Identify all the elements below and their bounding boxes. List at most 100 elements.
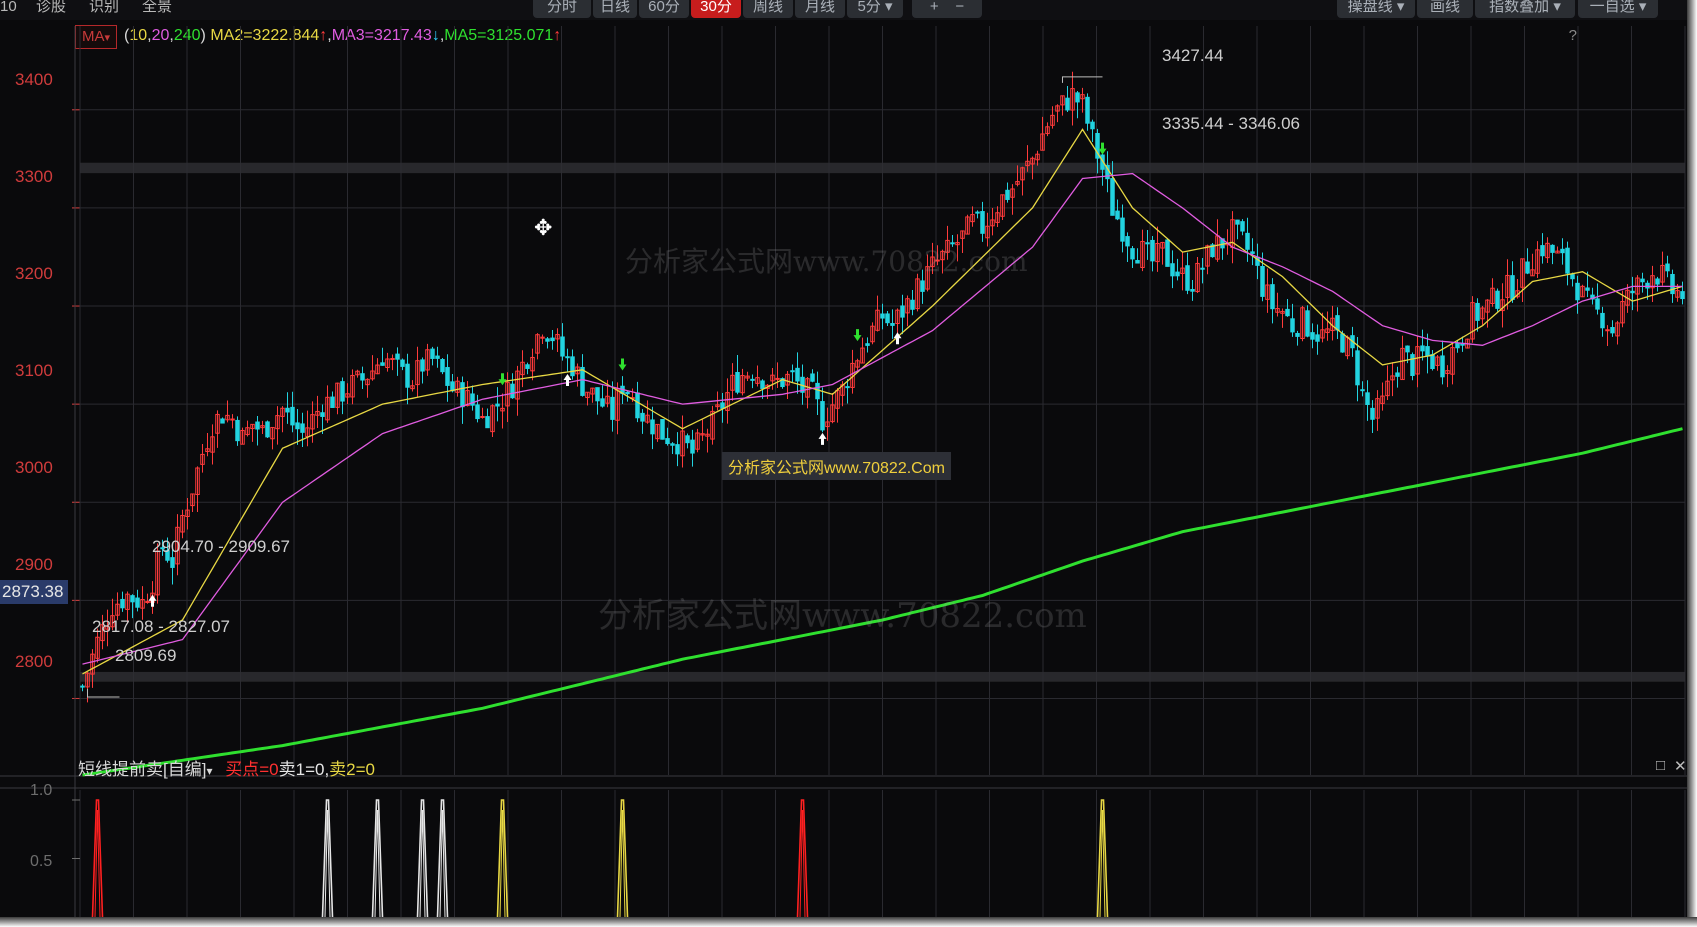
candle-body bbox=[1430, 354, 1435, 370]
candle bbox=[1680, 281, 1685, 305]
candle bbox=[965, 214, 970, 235]
candle bbox=[595, 387, 600, 415]
candle bbox=[990, 208, 995, 236]
candle bbox=[1310, 323, 1315, 349]
candle bbox=[520, 350, 525, 388]
candle-body bbox=[265, 421, 270, 438]
candle bbox=[1180, 251, 1185, 291]
candle bbox=[1045, 122, 1050, 137]
sub-indicator-header: 短线提前卖[自编]▾ 买点=0卖1=0,卖2=0 bbox=[78, 755, 375, 780]
candle bbox=[1365, 380, 1370, 421]
candle bbox=[310, 401, 315, 443]
candle-body bbox=[1145, 242, 1150, 245]
candle-body bbox=[1575, 282, 1580, 301]
candle bbox=[1540, 233, 1545, 264]
candle-body bbox=[320, 412, 325, 417]
candle bbox=[1510, 261, 1515, 303]
candle-body bbox=[1315, 334, 1320, 342]
signal-spike-sell2 bbox=[496, 799, 509, 918]
candle bbox=[215, 410, 220, 448]
y-tick-3100: 3100 bbox=[15, 361, 53, 380]
candle bbox=[285, 392, 290, 424]
candle bbox=[135, 589, 140, 612]
candle-body bbox=[550, 337, 555, 342]
candle bbox=[505, 372, 510, 423]
candle-body bbox=[1630, 290, 1635, 294]
candle-body bbox=[420, 359, 425, 372]
candle bbox=[1650, 265, 1655, 303]
candle-body bbox=[440, 359, 445, 373]
candle bbox=[550, 329, 555, 350]
candle bbox=[180, 509, 185, 539]
candle-body bbox=[1065, 97, 1070, 111]
candle bbox=[585, 391, 590, 406]
candle bbox=[350, 369, 355, 405]
low-leader-line bbox=[87, 688, 120, 698]
maximize-icon[interactable]: □ bbox=[1656, 757, 1665, 774]
candle-body bbox=[430, 348, 435, 359]
candle bbox=[1005, 182, 1010, 203]
candle-body bbox=[1165, 239, 1170, 267]
candle bbox=[1605, 325, 1610, 347]
candle bbox=[1495, 288, 1500, 312]
close-icon[interactable]: ✕ bbox=[1674, 757, 1687, 775]
candle bbox=[380, 347, 385, 366]
candle bbox=[880, 303, 885, 330]
candle bbox=[1150, 235, 1155, 272]
candle-body bbox=[650, 419, 655, 435]
candle bbox=[1370, 400, 1375, 433]
candle bbox=[745, 371, 750, 381]
candle-body bbox=[560, 336, 565, 357]
candle-body bbox=[1085, 96, 1090, 124]
candle-body bbox=[120, 598, 125, 609]
signal-spike-sell1 bbox=[416, 799, 429, 918]
candle bbox=[570, 349, 575, 380]
candle bbox=[910, 290, 915, 316]
candle bbox=[1245, 217, 1250, 262]
candle-body bbox=[1340, 333, 1345, 353]
candle bbox=[710, 405, 715, 445]
candle-body bbox=[330, 396, 335, 408]
move-cursor-icon: ✥ bbox=[534, 215, 553, 240]
sub-indicator-name[interactable]: 短线提前卖[自编] bbox=[78, 760, 206, 779]
candle-body bbox=[395, 353, 400, 360]
candle bbox=[995, 206, 1000, 227]
candle bbox=[1085, 93, 1090, 131]
candle bbox=[735, 354, 740, 395]
candle bbox=[1380, 382, 1385, 411]
signal-spike-buy bbox=[91, 799, 104, 918]
candle bbox=[640, 409, 645, 434]
candle bbox=[1090, 119, 1095, 143]
candle bbox=[1165, 238, 1170, 267]
candle bbox=[305, 410, 310, 447]
candle bbox=[565, 348, 570, 373]
candle bbox=[360, 366, 365, 390]
candle-body bbox=[1510, 275, 1515, 300]
candle-body bbox=[640, 412, 645, 422]
candle bbox=[700, 419, 705, 442]
candle bbox=[1315, 324, 1320, 355]
candle bbox=[195, 466, 200, 513]
candle bbox=[200, 444, 205, 473]
candle-body bbox=[460, 382, 465, 408]
candle-body bbox=[525, 364, 530, 369]
buy-arrow-icon bbox=[818, 432, 827, 445]
candle bbox=[140, 586, 145, 620]
candle-body bbox=[1130, 248, 1135, 260]
candle-body bbox=[865, 343, 870, 346]
candle-body bbox=[1455, 343, 1460, 349]
candle bbox=[1335, 307, 1340, 340]
candle bbox=[1390, 362, 1395, 397]
candle-body bbox=[1410, 354, 1415, 376]
candle bbox=[390, 354, 395, 371]
candle-body bbox=[255, 421, 260, 430]
candle bbox=[415, 346, 420, 398]
candle bbox=[875, 295, 880, 332]
candle bbox=[250, 423, 255, 442]
candle bbox=[1490, 278, 1495, 307]
candle bbox=[690, 429, 695, 467]
price-gap-band bbox=[80, 671, 1685, 682]
candle bbox=[1070, 71, 1075, 126]
candle bbox=[335, 382, 340, 415]
signal-spike-buy bbox=[796, 799, 809, 918]
